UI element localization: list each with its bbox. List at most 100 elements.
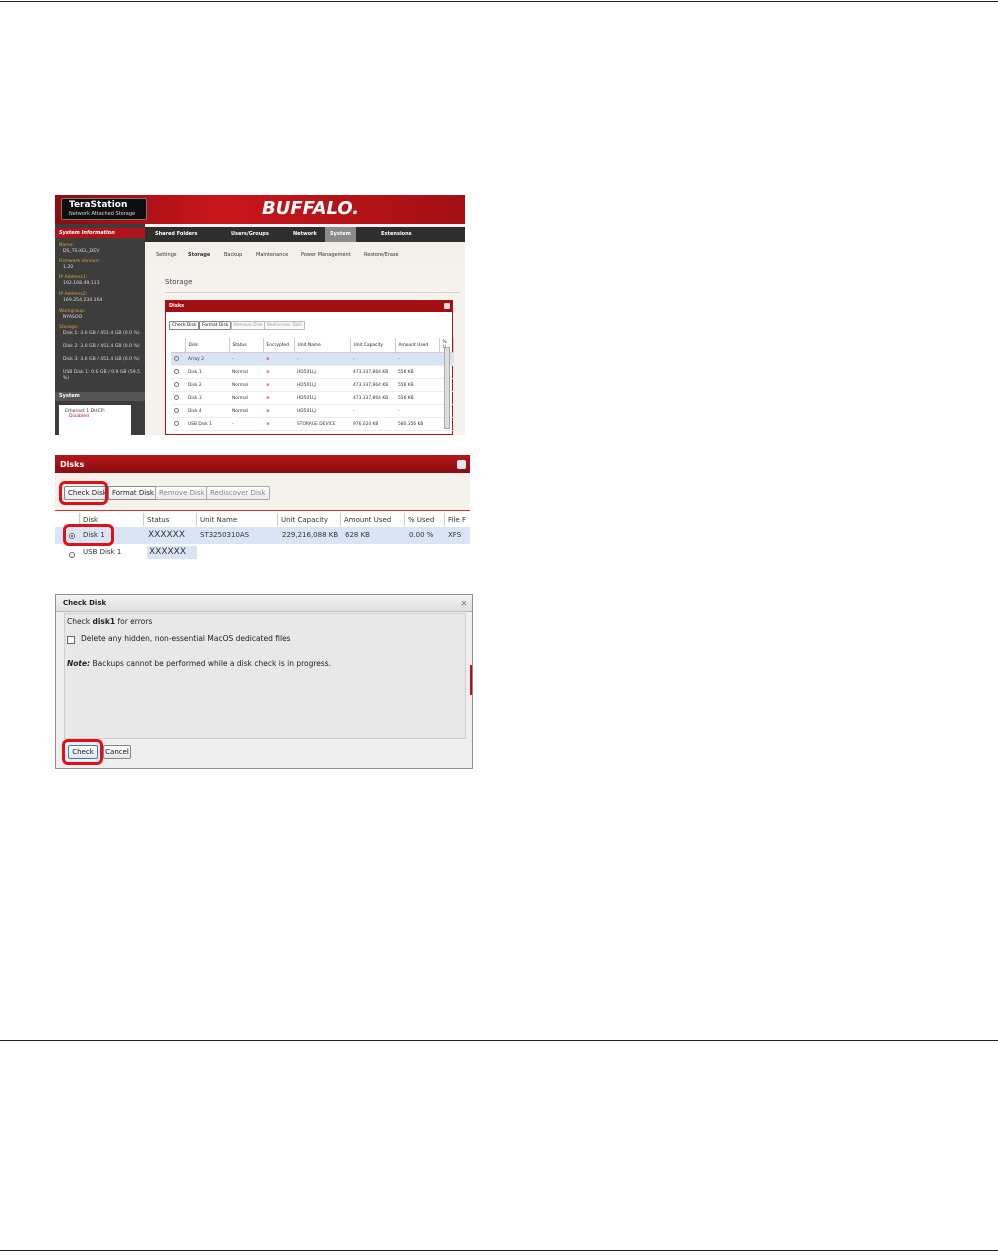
format-disk-button[interactable]: Format Disk [199,321,232,330]
disks-panel-header: Disks [166,301,452,312]
cell-status: XXXXXX [148,530,185,540]
cell-disk: Disk 1 [185,365,229,379]
col-select [171,338,186,353]
row-radio[interactable] [174,356,179,361]
highlight-check-disk [59,481,108,505]
ip2-value: 169.254.234.164 [63,298,103,303]
cell-status: - [229,417,263,431]
col-unit-capacity[interactable]: Unit Capacity [350,338,396,353]
check-target-text: Check disk1 for errors [67,617,152,626]
col-encrypted[interactable]: Encrypted [263,338,295,353]
close-icon[interactable]: ✕ [459,599,469,608]
disks-panel: Disks Check Disk Format Disk Remove Disk… [165,300,454,435]
page-title: Storage [165,278,193,286]
table-row[interactable]: Disk 3 Normal × HD501LJ 473,337,864 KB 5… [171,391,454,405]
cell-unit: HD501LJ [294,365,350,379]
terastation-logo: TeraStation Network Attached Storage [61,198,147,220]
not-encrypted-icon: × [263,352,294,366]
cell-unit: HD501LJ [294,404,350,418]
cell-status: Normal [229,365,263,379]
storage-line: Disk 2: 3.0 GB / 451.4 GB (0.0 %) [63,344,140,349]
cell-capacity: - [350,352,395,366]
row-radio[interactable] [174,421,179,426]
row-radio[interactable] [174,408,179,413]
row-radio[interactable] [174,369,179,374]
remove-disk-button[interactable]: Remove Disk [155,486,209,500]
bottom-rule [0,1250,998,1251]
col-unit-name[interactable]: Unit Name [294,338,351,353]
logo-subtitle: Network Attached Storage [69,211,136,217]
not-encrypted-icon: × [263,378,294,392]
collapse-icon[interactable] [444,303,450,309]
table-row[interactable]: Disk 4 Normal × HD501LJ - - [171,404,454,418]
subnav-storage[interactable]: Storage [188,252,210,258]
subnav-backup[interactable]: Backup [224,252,242,258]
ip1-label: IP Address1: [59,275,88,280]
check-disk-button[interactable]: Check Disk [169,321,200,330]
col-unit-name[interactable]: Unit Name [197,513,278,526]
table-row[interactable]: Disk 1 Normal × HD501LJ 473,337,864 KB 5… [171,365,454,379]
subnav-restore-erase[interactable]: Restore/Erase [364,252,399,258]
rediscover-disk-button[interactable]: Rediscover Disk [264,321,305,330]
dialog-title: Check Disk [63,599,107,607]
nav-network[interactable]: Network [293,231,317,237]
storage-page-screenshot: TeraStation Network Attached Storage BUF… [55,195,465,435]
col-unit-capacity[interactable]: Unit Capacity [278,513,341,526]
col-status[interactable]: Status [144,513,197,526]
note-body: Backups cannot be performed while a disk… [90,659,332,668]
table-row[interactable]: USB Disk 1 - × STORAGE DEVICE 976,024 KB… [171,417,454,431]
nav-users-groups[interactable]: Users/Groups [231,231,269,237]
cell-disk: USB Disk 1 [83,548,122,556]
nav-system[interactable]: System [325,227,356,242]
subnav-settings[interactable]: Settings [156,252,177,258]
cell-status: XXXXXX [149,547,186,557]
cancel-button[interactable]: Cancel [103,745,131,759]
disks-table: Disk Status Encrypted Unit Name Unit Cap… [171,338,454,431]
row-radio[interactable] [69,552,75,558]
cell-used: 580,356 KB [395,417,439,431]
cell-disk: USB Disk 1 [185,417,229,431]
col-disk[interactable]: Disk [185,338,230,353]
table-row[interactable]: Disk 2 Normal × HD501LJ 473,337,864 KB 5… [171,378,454,392]
subnav-power-management[interactable]: Power Management [301,252,351,258]
cell-used: 556 KB [395,391,439,405]
table-row[interactable]: Array 2 - × - - - [171,352,454,366]
check-disk-dialog: Check Disk ✕ Check disk1 for errors Dele… [55,594,473,769]
delete-macos-files-checkbox[interactable] [67,636,75,644]
col-pct-used[interactable]: % Used [405,513,445,526]
col-file-format[interactable]: File F [445,513,470,526]
table-row[interactable]: Disk 1 XXXXXX ST3250310AS 229,216,088 KB… [55,527,470,544]
table-scrollbar[interactable] [444,347,450,429]
row-radio[interactable] [174,395,179,400]
col-amount-used[interactable]: Amount Used [395,338,440,353]
nav-shared-folders[interactable]: Shared Folders [155,231,198,237]
check-suffix: for errors [115,617,153,626]
subnav-maintenance[interactable]: Maintenance [256,252,288,258]
remove-disk-button[interactable]: Remove Disk [231,321,266,330]
cell-unit: - [294,352,350,366]
cell-disk: Disk 4 [185,404,229,418]
cell-disk: Array 2 [185,352,229,366]
cell-capacity: 473,337,864 KB [350,378,395,392]
row-radio[interactable] [174,382,179,387]
ip2-label: IP Address2: [59,292,88,297]
cell-capacity: - [350,404,395,418]
collapse-icon[interactable] [457,460,466,469]
col-amount-used[interactable]: Amount Used [341,513,405,526]
format-disk-button[interactable]: Format Disk [108,486,158,500]
disks-title: Disks [60,460,85,469]
highlight-check-button [62,739,103,765]
not-encrypted-icon: × [263,365,294,379]
rediscover-disk-button[interactable]: Rediscover Disk [206,486,270,500]
firmware-value: 1.20 [63,265,74,270]
disks-panel-zoom: Disks Check Disk Format Disk Remove Disk… [55,455,470,565]
cell-capacity: 976,024 KB [350,417,395,431]
cell-unit: STORAGE DEVICE [294,417,350,431]
not-encrypted-icon: × [263,417,294,431]
top-rule [0,1,998,2]
nav-extensions[interactable]: Extensions [381,231,412,237]
system-section-title: System [55,392,145,401]
col-status[interactable]: Status [229,338,264,353]
cell-disk: Disk 2 [185,378,229,392]
middle-rule [0,1040,998,1041]
